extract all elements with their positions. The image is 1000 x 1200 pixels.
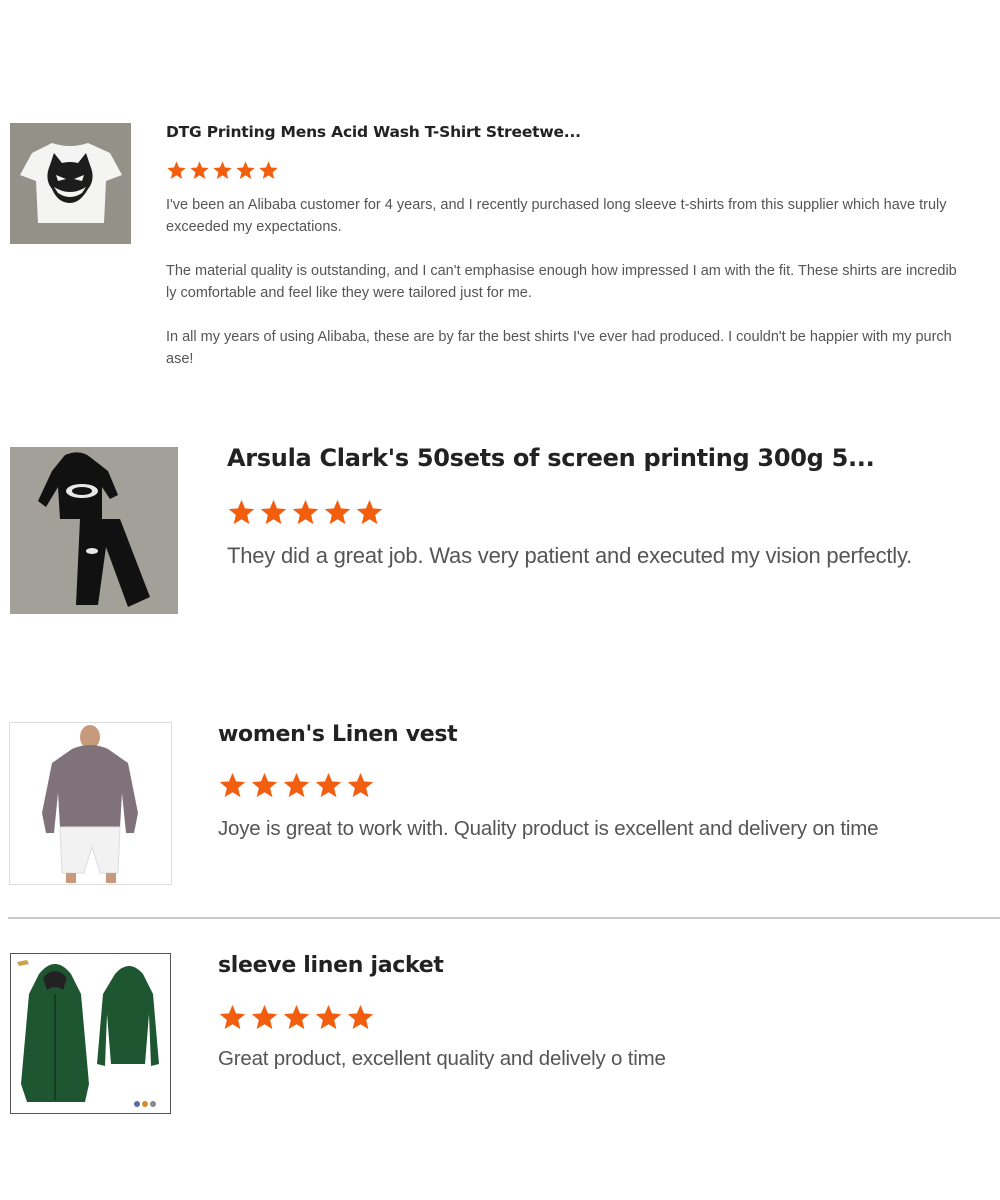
review-paragraph: The material quality is outstanding, and… xyxy=(166,263,957,301)
grey-cropped-hoodie-image[interactable] xyxy=(9,722,172,885)
star-icon xyxy=(347,772,374,798)
star-icon xyxy=(347,1004,374,1030)
black-tracksuit-image[interactable] xyxy=(10,447,178,614)
rating-stars xyxy=(218,771,375,800)
star-icon xyxy=(228,499,255,525)
rating-stars xyxy=(227,498,384,527)
star-icon xyxy=(259,161,278,179)
star-icon xyxy=(213,161,232,179)
star-icon xyxy=(251,772,278,798)
rating-stars xyxy=(166,160,279,181)
star-icon xyxy=(219,1004,246,1030)
star-icon xyxy=(283,1004,310,1030)
product-title[interactable]: Arsula Clark's 50sets of screen printing… xyxy=(227,444,875,472)
review-item: Arsula Clark's 50sets of screen printing… xyxy=(0,400,1000,660)
green-hooded-jacket-image[interactable] xyxy=(10,953,171,1114)
review-text: Great product, excellent quality and del… xyxy=(218,1047,666,1070)
star-icon xyxy=(260,499,287,525)
star-icon xyxy=(315,772,342,798)
review-text: They did a great job. Was very patient a… xyxy=(227,543,913,568)
star-icon xyxy=(236,161,255,179)
review-paragraph: I've been an Alibaba customer for 4 year… xyxy=(166,197,947,235)
star-icon xyxy=(283,772,310,798)
star-icon xyxy=(324,499,351,525)
star-icon xyxy=(292,499,319,525)
star-icon xyxy=(251,1004,278,1030)
star-icon xyxy=(219,772,246,798)
rating-stars xyxy=(218,1003,375,1032)
star-icon xyxy=(356,499,383,525)
product-title[interactable]: DTG Printing Mens Acid Wash T-Shirt Stre… xyxy=(166,123,581,141)
star-icon xyxy=(167,161,186,179)
product-title[interactable]: sleeve linen jacket xyxy=(218,953,444,978)
review-item: women's Linen vest Joye is great to work… xyxy=(0,700,1000,920)
review-paragraph: In all my years of using Alibaba, these … xyxy=(166,329,952,367)
review-text: I've been an Alibaba customer for 4 year… xyxy=(166,194,958,392)
product-title[interactable]: women's Linen vest xyxy=(218,722,458,747)
star-icon xyxy=(315,1004,342,1030)
section-divider xyxy=(8,917,1000,919)
review-text: Joye is great to work with. Quality prod… xyxy=(218,817,879,840)
star-icon xyxy=(190,161,209,179)
acid-wash-tshirt-image[interactable] xyxy=(10,123,131,244)
review-item: DTG Printing Mens Acid Wash T-Shirt Stre… xyxy=(0,0,1000,400)
review-item: sleeve linen jacket Great product, excel… xyxy=(0,940,1000,1140)
